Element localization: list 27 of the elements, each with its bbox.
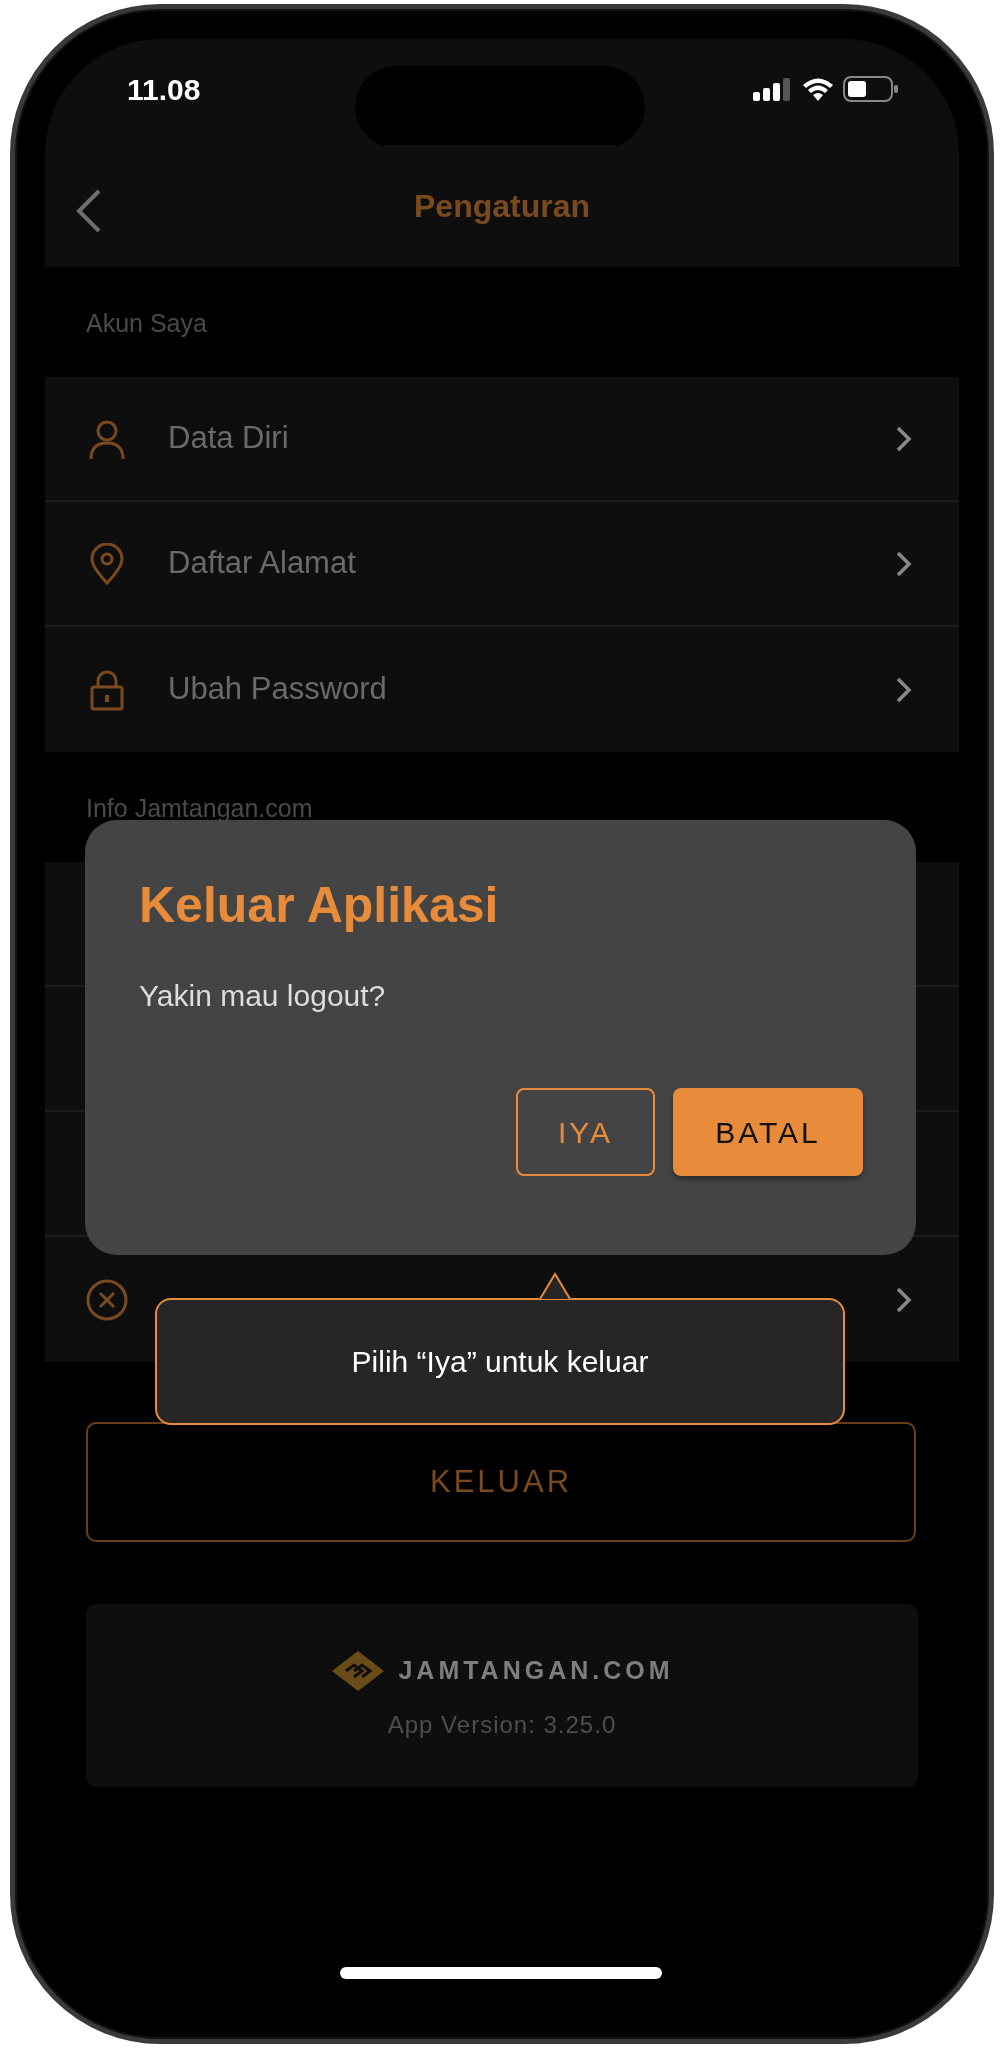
dialog-message: Yakin mau logout? — [139, 978, 387, 1014]
dialog-title: Keluar Aplikasi — [139, 878, 500, 933]
chevron-icon — [895, 424, 913, 453]
signal-icon — [753, 77, 793, 101]
row-label: Daftar Alamat — [168, 544, 357, 583]
brand-name: JAMTANGAN.COM — [398, 1654, 674, 1686]
logout-button[interactable]: KELUAR — [86, 1422, 916, 1542]
chevron-icon — [895, 549, 913, 578]
wifi-icon — [801, 77, 835, 101]
settings-row[interactable]: Ubah Password — [45, 627, 959, 752]
row-label: Data Diri — [168, 419, 290, 458]
cancel-icon — [86, 1278, 128, 1321]
settings-row[interactable]: Data Diri — [45, 377, 959, 502]
row-label: Ubah Password — [168, 670, 388, 709]
status-time: 11.08 — [127, 71, 201, 108]
battery-icon — [843, 76, 899, 102]
settings-row[interactable]: Daftar Alamat — [45, 502, 959, 627]
tooltip: Pilih “Iya” untuk keluar — [155, 1298, 845, 1425]
confirm-button[interactable]: IYA — [516, 1088, 655, 1176]
section-label: Akun Saya — [86, 308, 207, 340]
tooltip-arrow — [539, 1272, 571, 1300]
app-version: App Version: 3.25.0 — [387, 1709, 617, 1740]
page-title: Pengaturan — [414, 187, 590, 226]
chevron-icon — [895, 675, 913, 704]
cancel-button[interactable]: BATAL — [673, 1088, 863, 1176]
chevron-icon — [895, 1285, 913, 1314]
section-label: Info Jamtangan.com — [86, 793, 313, 825]
